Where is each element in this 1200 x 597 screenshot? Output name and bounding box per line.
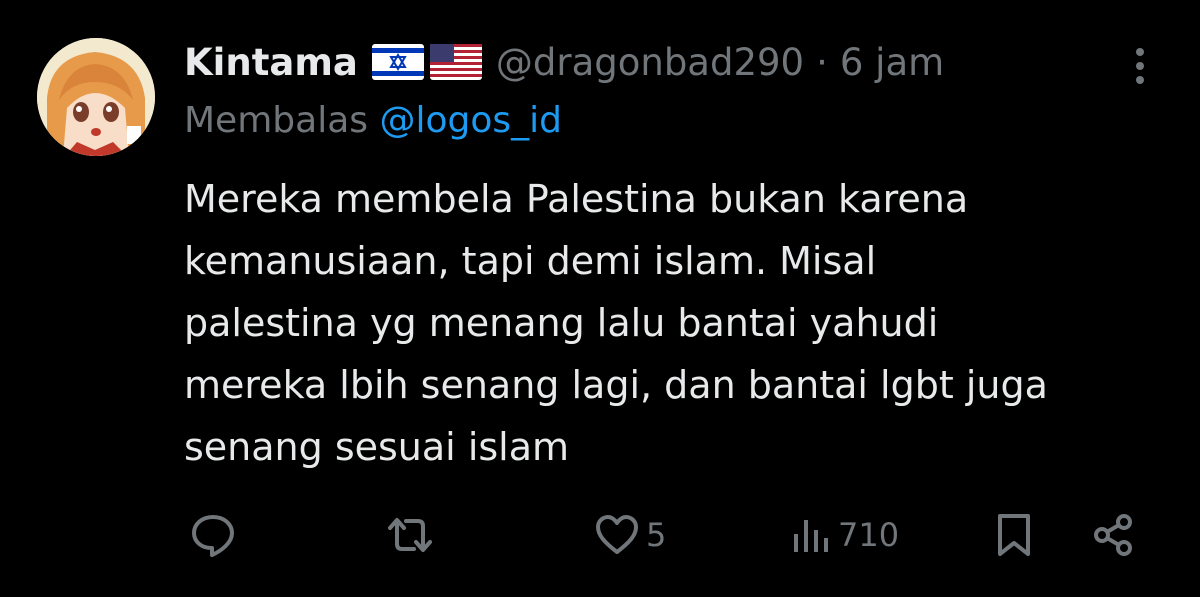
tweet-header: Kintama @dragonbad290 · 6 jam bbox=[184, 36, 944, 88]
reply-button[interactable] bbox=[190, 512, 236, 558]
us-flag-icon bbox=[429, 44, 482, 80]
display-name[interactable]: Kintama bbox=[184, 41, 358, 84]
timestamp[interactable]: 6 jam bbox=[840, 41, 944, 84]
flag-emojis bbox=[371, 44, 482, 80]
view-count: 710 bbox=[838, 516, 900, 554]
comment-icon bbox=[192, 515, 234, 557]
israel-flag-icon bbox=[371, 44, 424, 80]
views-button[interactable]: 710 bbox=[790, 512, 899, 558]
user-handle[interactable]: @dragonbad290 bbox=[496, 41, 804, 84]
avatar-anime-girl-image bbox=[37, 38, 155, 156]
more-options-icon[interactable] bbox=[1128, 44, 1152, 88]
heart-icon bbox=[596, 515, 638, 554]
analytics-icon bbox=[794, 520, 828, 552]
share-button[interactable] bbox=[1090, 512, 1136, 558]
reply-prefix: Membalas bbox=[184, 100, 369, 141]
reply-mention-link[interactable]: @logos_id bbox=[379, 100, 562, 141]
reply-context: Membalas @logos_id bbox=[184, 100, 562, 141]
tweet-text: Mereka membela Palestina bukan karena ke… bbox=[184, 177, 1048, 469]
like-count: 5 bbox=[646, 516, 667, 554]
repost-button[interactable] bbox=[384, 512, 436, 558]
like-button[interactable]: 5 bbox=[594, 512, 666, 558]
action-bar: 5 710 bbox=[0, 506, 1200, 566]
bookmark-icon bbox=[998, 514, 1030, 556]
repost-icon bbox=[388, 518, 432, 552]
bookmark-button[interactable] bbox=[994, 512, 1034, 558]
share-icon bbox=[1094, 514, 1132, 556]
separator-dot: · bbox=[816, 40, 828, 84]
avatar[interactable] bbox=[37, 38, 155, 156]
